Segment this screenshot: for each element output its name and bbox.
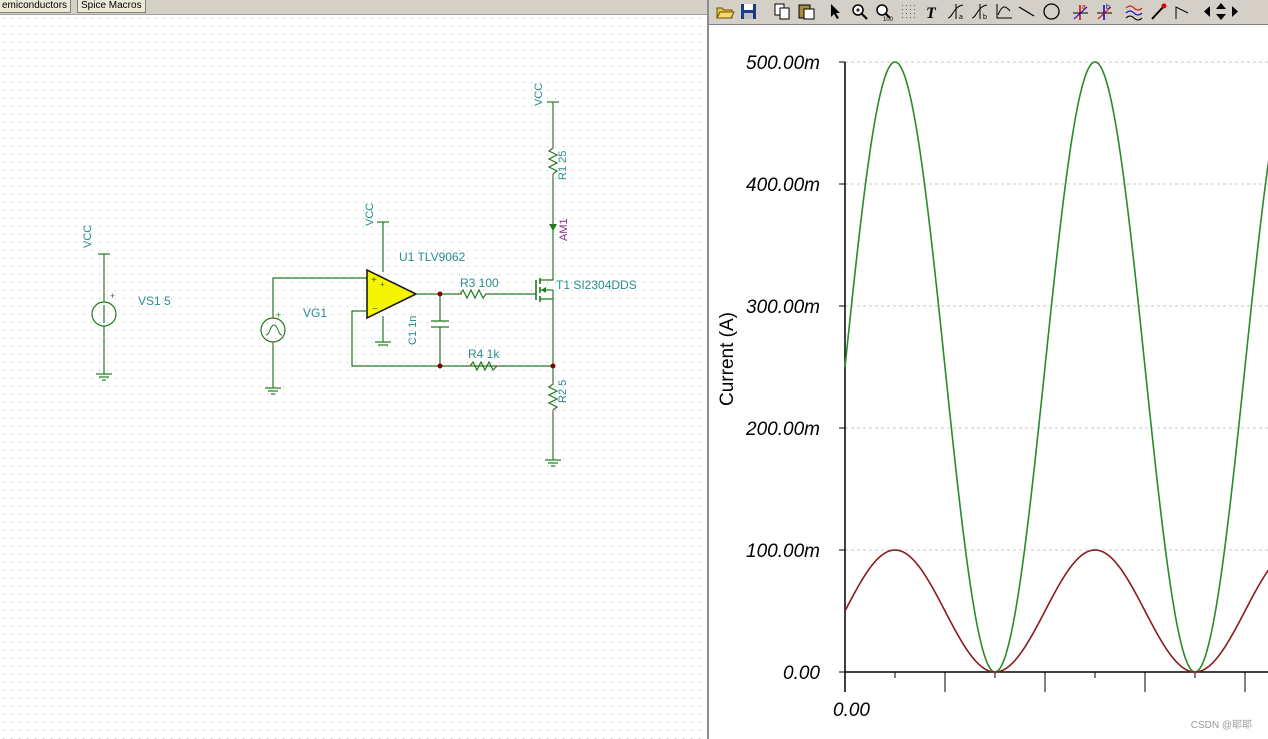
paste-icon[interactable] [796, 1, 817, 22]
current-plot[interactable]: 0.00100.00m200.00m300.00m400.00m500.00m … [709, 24, 1268, 739]
svg-text:b: b [1106, 4, 1110, 11]
label-r2: R2 5 [557, 379, 569, 403]
label-vcc-3: VCC [533, 82, 545, 106]
schematic-editor[interactable]: emiconductors Spice Macros + + + − + VCC… [0, 0, 708, 739]
x-tick-label-0: 0.00 [833, 700, 870, 721]
y-tick-label: 500.00m [746, 53, 820, 74]
signal-generator-vg1[interactable]: + [260, 277, 367, 395]
y-axis-label: Current (A) [717, 312, 738, 406]
svg-text:+: + [380, 280, 385, 289]
svg-text:+: + [276, 310, 281, 320]
svg-text:−: − [372, 304, 378, 315]
label-vcc-1: VCC [82, 224, 94, 248]
text-tool-icon[interactable]: T [922, 1, 943, 22]
label-t1: T1 SI2304DDS [556, 278, 637, 292]
label-am1: AM1 [558, 218, 570, 241]
y-tick-label: 400.00m [746, 175, 820, 196]
cursor-a-icon[interactable]: a [945, 1, 966, 22]
drain-branch[interactable] [547, 101, 559, 276]
ellipse-tool-icon[interactable] [1041, 1, 1062, 22]
cursor-a-cross-icon[interactable]: a [1070, 1, 1091, 22]
pointer-icon[interactable] [824, 1, 845, 22]
arrow-left-icon[interactable] [1201, 1, 1213, 22]
resistor-r3[interactable] [416, 288, 536, 300]
capacitor-c1[interactable] [431, 294, 449, 366]
svg-text:T: T [926, 5, 937, 22]
save-icon[interactable] [738, 1, 759, 22]
grid-icon[interactable] [898, 1, 919, 22]
zoom-in-icon[interactable] [849, 1, 870, 22]
open-folder-icon[interactable] [714, 1, 735, 22]
arrow-updown-icon[interactable] [1214, 1, 1228, 22]
arrow-right-icon[interactable] [1229, 1, 1241, 22]
label-r4: R4 1k [468, 347, 500, 361]
copy-icon[interactable] [772, 1, 793, 22]
label-vcc-2: VCC [364, 202, 376, 226]
y-tick-label: 300.00m [746, 297, 820, 318]
plot-axes [839, 61, 1268, 692]
watermark-text: CSDN @耶耶 [1190, 720, 1252, 731]
mosfet-t1[interactable] [535, 276, 554, 306]
voltage-source-vs1[interactable]: + [91, 253, 117, 381]
line-tool-icon[interactable] [1016, 1, 1037, 22]
circuit-drawing[interactable]: + + + − + [0, 0, 708, 739]
cursor-b-cross-icon[interactable]: b [1094, 1, 1115, 22]
curves-icon[interactable] [1123, 1, 1144, 22]
label-vg1: VG1 [303, 306, 328, 320]
label-vs1: VS1 5 [138, 294, 171, 308]
y-tick-label: 200.00m [745, 419, 820, 440]
corner-line-icon[interactable] [1172, 1, 1193, 22]
cursor-b-icon[interactable]: b [969, 1, 990, 22]
y-tick-label: 100.00m [746, 541, 820, 562]
diagram-toolbar: 100 T a b a b [709, 0, 1268, 25]
pen-tool-icon[interactable] [1148, 1, 1169, 22]
label-r1: R1 25 [557, 150, 569, 180]
y-tick-label: 0.00 [783, 663, 820, 684]
svg-text:100: 100 [883, 17, 894, 22]
y-tick-labels: 0.00 100.00m 200.00m 300.00m 400.00m 500.00m [745, 53, 820, 684]
svg-text:a: a [959, 14, 963, 21]
label-r3: R3 100 [460, 276, 499, 290]
svg-text:b: b [983, 14, 987, 21]
axis-icon[interactable] [993, 1, 1014, 22]
svg-text:+: + [371, 275, 377, 286]
diagram-window[interactable]: 100 T a b a b 0.00 100.00m 200.00m 300.0… [709, 0, 1268, 739]
svg-text:a: a [1082, 4, 1086, 11]
svg-text:+: + [110, 291, 115, 301]
plot-grid [845, 61, 1268, 551]
series-line-1 [844, 549, 1268, 673]
label-u1: U1 TLV9062 [399, 250, 466, 264]
series-line-0 [844, 61, 1268, 673]
label-c1: C1 1n [407, 315, 419, 345]
plot-series [844, 61, 1268, 673]
zoom-100-icon[interactable]: 100 [873, 1, 894, 22]
